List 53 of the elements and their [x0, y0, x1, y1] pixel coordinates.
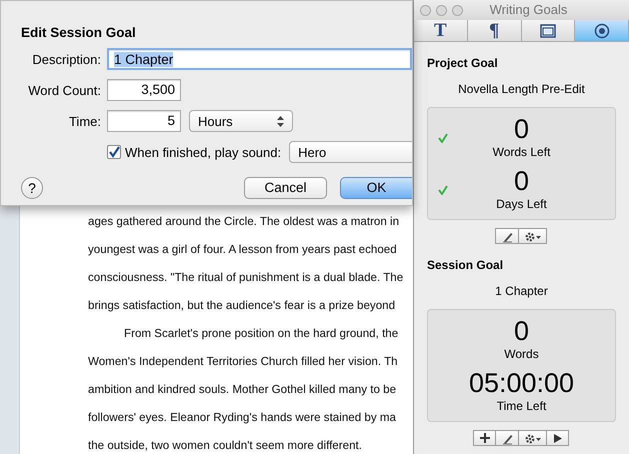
dialog-title: Edit Session Goal	[21, 24, 137, 42]
time-field[interactable]: 5	[107, 110, 181, 132]
stepper-icon	[277, 116, 284, 127]
section-heading: Project Goal	[427, 55, 499, 72]
pencil-button[interactable]	[495, 430, 519, 446]
gear-icon	[524, 230, 542, 242]
tab[interactable]	[575, 20, 629, 41]
text-line: ambition and kindred souls. Mother Gothel killed many to be	[88, 383, 396, 396]
text-line: brings satisfaction, but the audience's fear is a prize beyond	[88, 299, 396, 312]
stat-label: Time Left	[496, 398, 548, 414]
field-label: Description:	[31, 50, 101, 69]
pencil-button[interactable]	[495, 228, 519, 244]
unit-popup[interactable]: Hours	[189, 110, 293, 132]
text-line: youngest was a girl of four. A lesson from years past echoed	[88, 243, 397, 256]
text-line: Women's Independent Territories Church filled her vision. Th	[88, 355, 398, 368]
stat-value: 0	[512, 166, 530, 194]
text-line: consciousness. "The ritual of punishment is a dual blade. The	[88, 271, 404, 284]
checkbox[interactable]	[107, 145, 121, 160]
goal-name: Novella Length Pre-Edit	[457, 81, 586, 98]
gear-button[interactable]	[518, 228, 547, 244]
panel-title: Writing Goals	[488, 1, 568, 20]
goal-name: 1 Chapter	[494, 283, 549, 300]
gear-button[interactable]	[518, 430, 547, 446]
default-button[interactable]: OK	[340, 177, 412, 200]
help-button[interactable]: ?	[21, 177, 43, 200]
stat-value: 0	[512, 316, 530, 344]
description-field[interactable]: 1 Chapter	[107, 48, 412, 70]
tab[interactable]: T	[414, 20, 468, 41]
tab[interactable]	[522, 20, 576, 41]
text-line: followers' eyes. Eleanor Ryding's hands were stained by ma	[88, 411, 396, 424]
window-icon	[540, 24, 556, 38]
section-heading: Session Goal	[427, 257, 504, 274]
word-count-field[interactable]: 3,500	[107, 79, 181, 102]
checkbox-label: When finished, play sound:	[125, 144, 282, 162]
stat-label: Words Left	[492, 144, 552, 160]
stat-value: 0	[512, 114, 530, 142]
sound-popup[interactable]: Hero	[289, 141, 412, 164]
text-line: ages gathered around the Circle. The oldest was a matron in	[88, 215, 400, 228]
target-icon	[594, 22, 610, 38]
play-icon	[552, 432, 564, 444]
play-button[interactable]	[546, 430, 569, 446]
gear-icon	[524, 432, 542, 444]
field-label: Time:	[68, 112, 101, 130]
field-label: Word Count:	[27, 82, 101, 100]
cancel-button[interactable]: Cancel	[244, 177, 327, 200]
stat-label: Words	[503, 346, 540, 362]
tab[interactable]: ¶	[468, 20, 522, 41]
text-line: From Scarlet's prone position on the hard ground, the	[124, 327, 398, 340]
text-line: the outside, two women couldn't seem more different.	[88, 439, 362, 452]
plus-button[interactable]	[473, 430, 496, 446]
stat-label: Days Left	[495, 196, 548, 212]
plus-icon	[478, 432, 490, 444]
stat-value: 05:00:00	[468, 368, 576, 396]
